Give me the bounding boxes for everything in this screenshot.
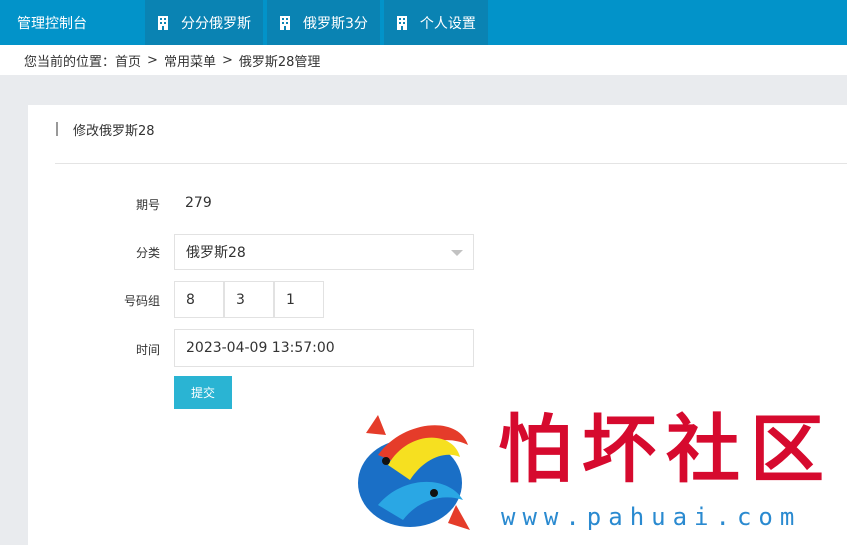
fish-logo-icon: [358, 415, 470, 530]
watermark-url: www.pahuai.com: [501, 503, 802, 531]
panel-title: 修改俄罗斯28: [73, 123, 155, 139]
nav-tab-label: 分分俄罗斯: [181, 15, 251, 32]
panel-header: 修改俄罗斯28: [56, 119, 155, 139]
header-accent-bar: [56, 122, 58, 136]
breadcrumb-home[interactable]: 首页: [115, 51, 141, 70]
submit-button[interactable]: 提交: [174, 376, 232, 409]
watermark-text: 怕坏社区: [498, 407, 834, 493]
chevron-down-icon: [451, 250, 463, 256]
period-label: 期号: [135, 198, 160, 212]
number-input-2[interactable]: 3: [224, 281, 274, 318]
breadcrumb-common-menu[interactable]: 常用菜单: [164, 51, 216, 70]
breadcrumb-separator: >: [221, 52, 233, 68]
category-label: 分类: [135, 246, 160, 260]
time-label: 时间: [135, 343, 160, 357]
category-select[interactable]: 俄罗斯28: [174, 234, 474, 270]
watermark: 怕坏社区 www.pahuai.com: [348, 405, 828, 545]
nav-tab-russia-3min[interactable]: 俄罗斯3分: [267, 0, 380, 45]
nav-tab-label: 个人设置: [419, 15, 476, 32]
top-navbar: 管理控制台 分分俄罗斯 俄罗斯3分 个人设置: [0, 0, 847, 45]
nav-tab-fenfen-russia[interactable]: 分分俄罗斯: [145, 0, 263, 45]
divider: [55, 163, 847, 164]
breadcrumb-prefix: 您当前的位置：: [24, 54, 116, 70]
period-value: 279: [185, 195, 212, 211]
building-icon: [157, 15, 169, 30]
number-input-1[interactable]: 8: [174, 281, 224, 318]
breadcrumb-current: 俄罗斯28管理: [238, 54, 321, 70]
category-selected-value: 俄罗斯28: [186, 245, 246, 261]
building-icon: [279, 15, 291, 30]
nav-tab-personal-settings[interactable]: 个人设置: [383, 0, 488, 45]
brand-title[interactable]: 管理控制台: [0, 0, 145, 45]
breadcrumb: 您当前的位置： 首页 > 常用菜单 > 俄罗斯28管理: [0, 45, 847, 75]
breadcrumb-separator: >: [147, 52, 158, 68]
nav-tab-label: 俄罗斯3分: [303, 15, 368, 32]
numbers-label: 号码组: [123, 294, 160, 308]
number-input-3[interactable]: 1: [274, 281, 324, 318]
time-input[interactable]: 2023-04-09 13:57:00: [174, 329, 474, 367]
building-icon: [396, 15, 408, 30]
